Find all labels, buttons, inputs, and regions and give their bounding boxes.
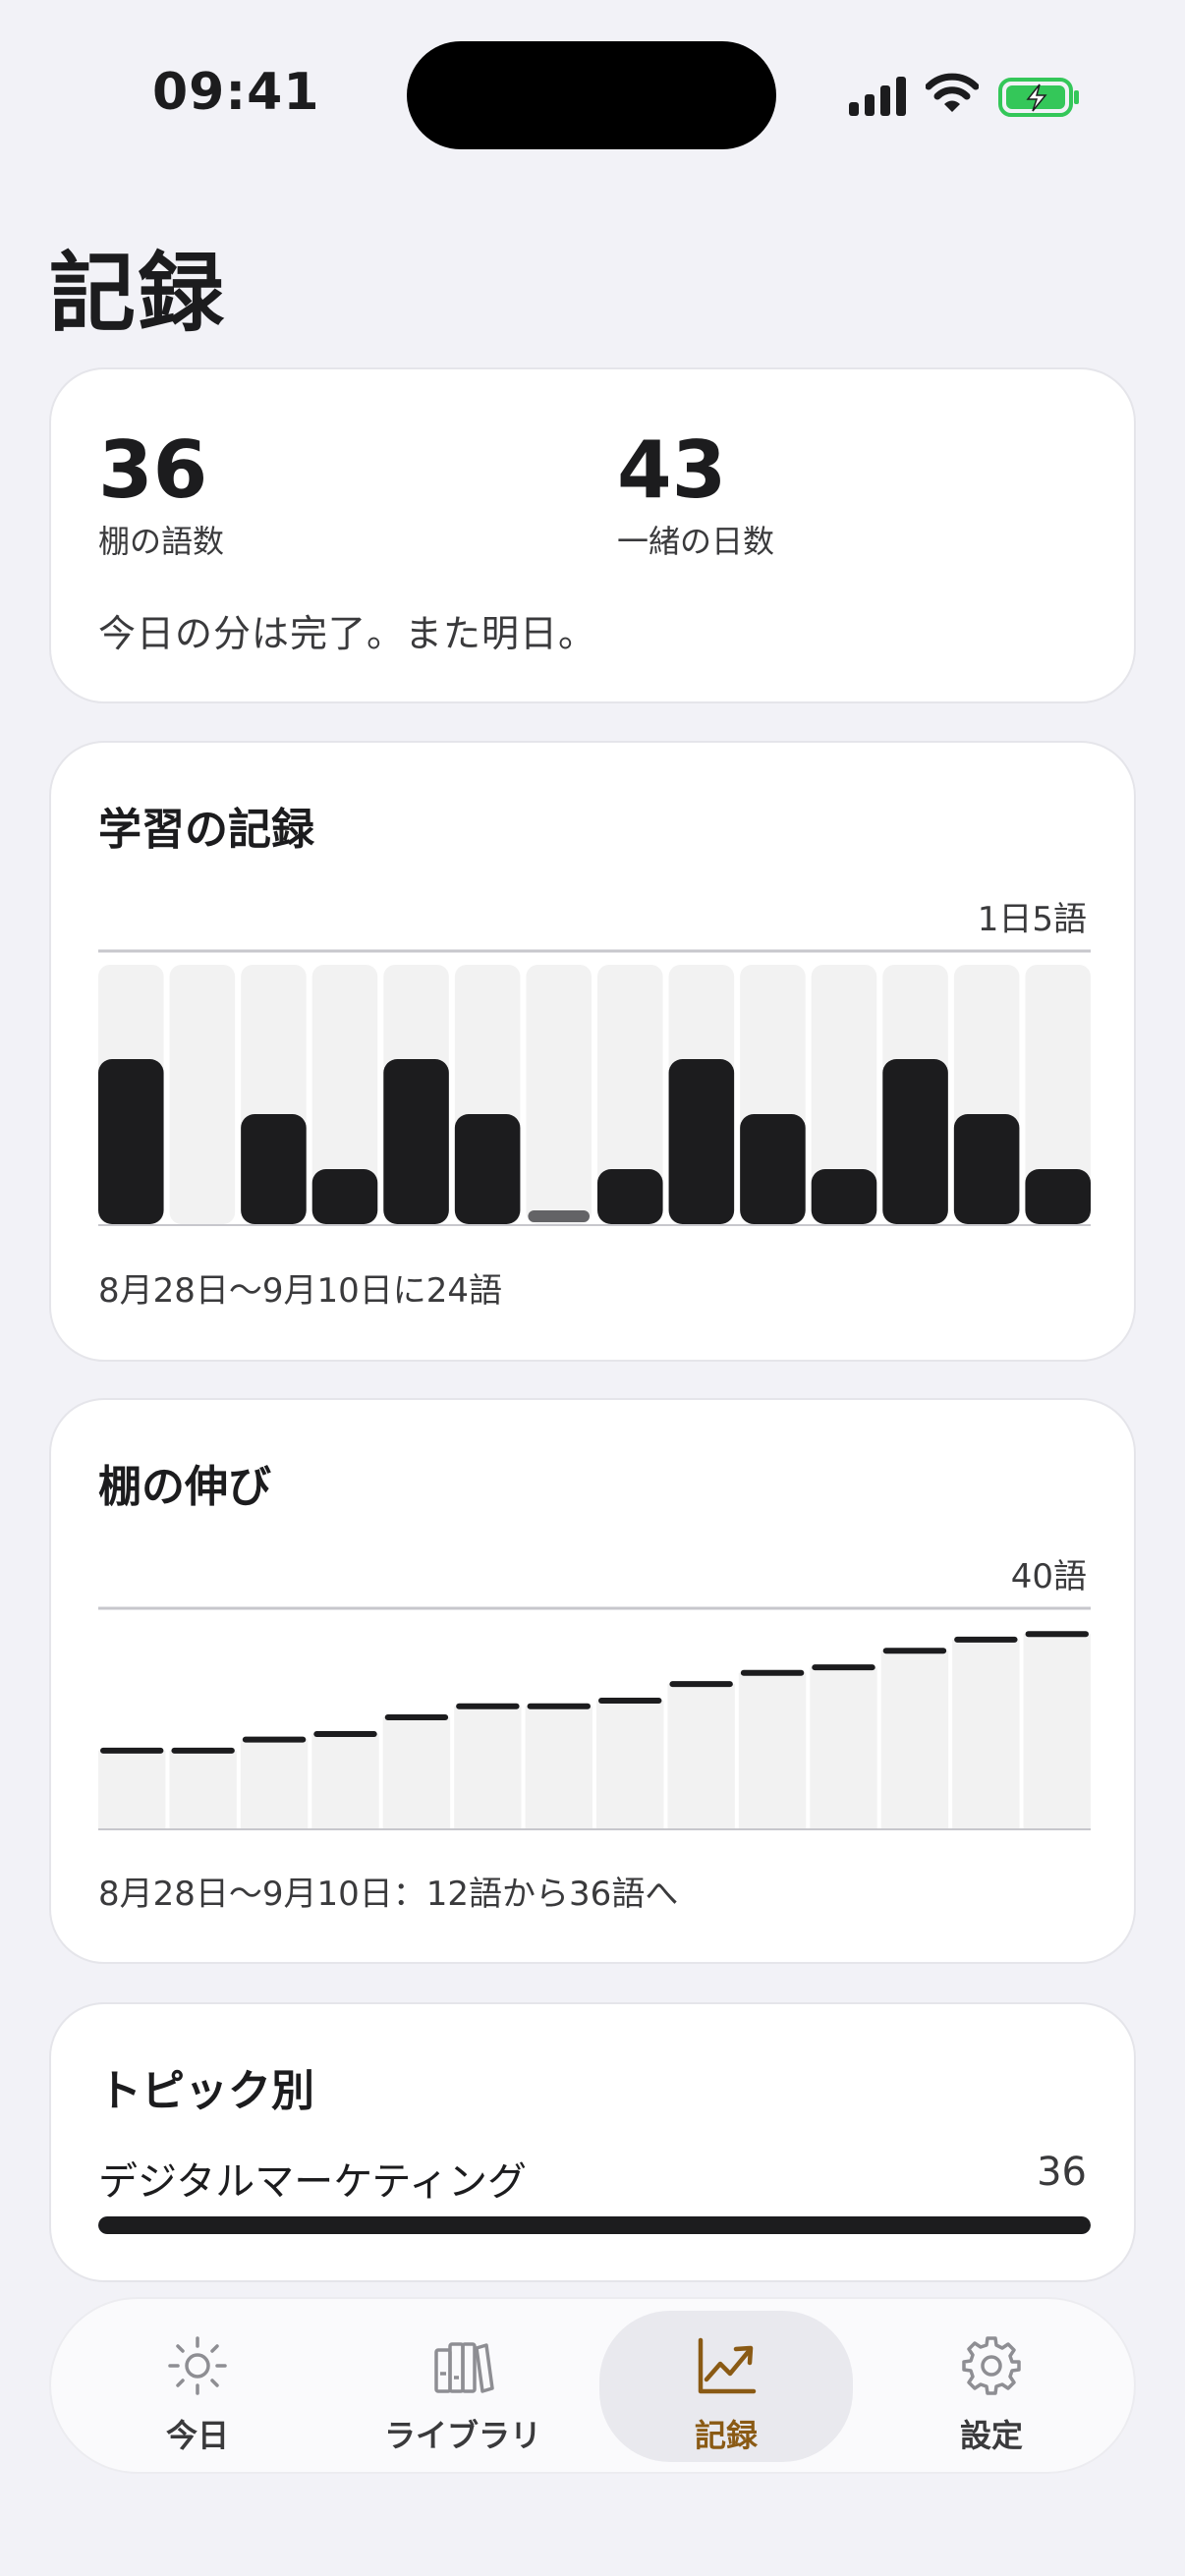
study-cap-label: 1日5語 (977, 900, 1087, 939)
shelf-bar (810, 1667, 877, 1828)
shelf-bar-cap (100, 1747, 164, 1754)
shelf-bar (1023, 1634, 1091, 1828)
shelf-bar-cap (242, 1736, 307, 1743)
shelf-bar (667, 1684, 735, 1828)
page-title: 記録 (49, 243, 227, 344)
study-bar-chart (98, 949, 1091, 1226)
study-bar (98, 1059, 164, 1224)
status-bar: 09:41 (0, 0, 1185, 187)
shelf-footer: 8月28日～9月10日：12語から36語へ (98, 1875, 679, 1914)
study-bar (454, 1114, 521, 1224)
shelf-bar-cap (954, 1636, 1018, 1643)
tab-bar: 今日 ライブラリ 記録 設定 (49, 2297, 1136, 2474)
summary-card: 36 棚の語数 43 一緒の日数 今日の分は完了。また明日。 (49, 367, 1136, 703)
study-bar (668, 1059, 735, 1224)
shelf-bar-cap (384, 1714, 449, 1720)
topic-progress-fill (98, 2216, 1091, 2234)
battery-icon (998, 78, 1079, 117)
tab-settings-label: 設定 (959, 2417, 1023, 2454)
shelf-growth-title: 棚の伸び (98, 1462, 271, 1512)
shelf-bar-cap (1025, 1631, 1089, 1638)
days-label: 一緒の日数 (617, 523, 775, 560)
shelf-bar (952, 1639, 1020, 1828)
topic-count: 36 (1037, 2150, 1087, 2195)
shelf-bar-cap (598, 1698, 662, 1705)
shelf-bar (880, 1651, 949, 1828)
shelf-cap-label: 40語 (1010, 1557, 1087, 1596)
shelf-bar-cap (882, 1648, 947, 1654)
status-time: 09:41 (152, 63, 320, 122)
gear-icon (962, 2336, 1021, 2395)
topic-progress-bar (98, 2216, 1091, 2234)
study-record-card: 学習の記録 1日5語 8月28日～9月10日に24語 (49, 741, 1136, 1362)
study-footer: 8月28日～9月10日に24語 (98, 1271, 503, 1311)
tab-settings[interactable]: 設定 (865, 2311, 1118, 2462)
study-record-title: 学習の記録 (98, 805, 314, 855)
tab-today[interactable]: 今日 (71, 2311, 324, 2462)
shelf-bar (525, 1706, 592, 1828)
study-bar (597, 1169, 663, 1224)
shelf-bar (454, 1706, 522, 1828)
topic-name: デジタルマーケティング (98, 2159, 527, 2205)
shelf-bar (311, 1733, 379, 1828)
chart-icon (698, 2337, 757, 2394)
shelf-bar (169, 1750, 237, 1828)
shelf-bar (98, 1750, 166, 1828)
books-icon (434, 2342, 494, 2393)
shelf-bar-chart (98, 1606, 1091, 1830)
study-bar-today-marker (528, 1210, 590, 1222)
shelf-growth-card: 棚の伸び 40語 8月28日～9月10日：12語から36語へ (49, 1398, 1136, 1964)
study-bar (811, 1169, 877, 1224)
words-label: 棚の語数 (98, 523, 225, 560)
shelf-bar-cap (171, 1747, 235, 1754)
study-bar (383, 1059, 449, 1224)
study-bar (740, 1114, 806, 1224)
study-bar (953, 1114, 1020, 1224)
shelf-bar-cap (812, 1664, 875, 1671)
shelf-bar-cap (740, 1669, 805, 1676)
tab-library[interactable]: ライブラリ (336, 2311, 590, 2462)
shelf-bar-cap (313, 1730, 377, 1737)
study-bar-track (526, 965, 592, 1224)
shelf-bar (596, 1701, 664, 1828)
tab-library-label: ライブラリ (383, 2417, 541, 2454)
signal-icon (849, 77, 906, 116)
study-bar (241, 1114, 307, 1224)
shelf-bar (382, 1717, 451, 1828)
shelf-bar-cap (527, 1703, 591, 1709)
days-count: 43 (617, 424, 727, 516)
study-bar-track (169, 965, 236, 1224)
study-bar (882, 1059, 948, 1224)
study-bar (311, 1169, 378, 1224)
status-message: 今日の分は完了。また明日。 (98, 612, 597, 655)
shelf-bar (738, 1672, 807, 1828)
dynamic-island (407, 41, 776, 149)
shelf-bar (240, 1739, 309, 1828)
tab-records-label: 記録 (694, 2417, 758, 2454)
shelf-bar-cap (669, 1681, 733, 1688)
words-count: 36 (98, 424, 208, 516)
shelf-bar-cap (456, 1703, 520, 1709)
sun-icon (168, 2336, 227, 2395)
topic-card: トピック別 デジタルマーケティング 36 (49, 2002, 1136, 2282)
tab-today-label: 今日 (165, 2417, 229, 2454)
study-bar (1025, 1169, 1091, 1224)
topic-title: トピック別 (98, 2066, 314, 2116)
tab-records[interactable]: 記録 (599, 2311, 853, 2462)
wifi-icon (926, 73, 979, 112)
